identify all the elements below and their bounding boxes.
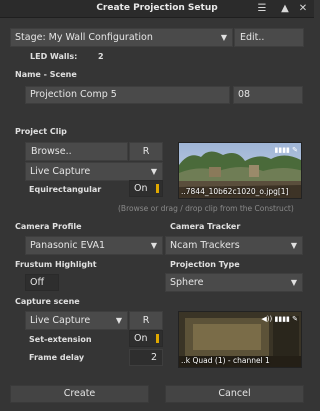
frustum-label: Frustum Highlight — [15, 260, 97, 269]
equirectangular-label: Equirectangular — [29, 185, 102, 194]
edit-button[interactable]: Edit.. — [234, 28, 304, 47]
camera-tracker-value: Ncam Trackers — [170, 240, 240, 251]
menu-icon[interactable]: ☰ — [255, 2, 269, 16]
name-scene-input[interactable]: Projection Comp 5 — [25, 86, 230, 104]
browse-hint: (Browse or drag / drop clip from the Con… — [118, 204, 294, 213]
clip-thumbnail[interactable]: ▮▮▮▮ ✎ ..7844_10b62c1020_o.jpg[1] — [178, 142, 302, 199]
led-walls-label: LED Walls: — [30, 52, 78, 61]
close-icon[interactable]: ✕ — [296, 2, 310, 16]
capture-scene-label: Capture scene — [15, 297, 80, 306]
equirectangular-toggle[interactable]: On — [129, 180, 163, 197]
chevron-down-icon: ▼ — [290, 241, 297, 250]
scene-index-input[interactable]: 08 — [233, 86, 303, 104]
capture-source-value: Live Capture — [30, 315, 91, 326]
equirectangular-value: On — [134, 183, 148, 194]
capture-channel: ..k Quad (1) - channel 1 — [181, 356, 270, 365]
collapse-icon[interactable]: ▲ — [278, 2, 292, 16]
set-extension-toggle[interactable]: On — [129, 330, 163, 347]
clip-source-value: Live Capture — [30, 166, 91, 177]
frustum-value: Off — [30, 277, 45, 288]
clip-source-select[interactable]: Live Capture ▼ — [25, 162, 163, 181]
speaker-icon: ◀)) ▮▮▮▮ ✎ — [261, 315, 298, 323]
capture-reset-button[interactable]: R — [129, 311, 163, 330]
project-clip-label: Project Clip — [15, 127, 67, 136]
chevron-down-icon: ▼ — [290, 278, 297, 287]
projection-type-select[interactable]: Sphere ▼ — [165, 273, 303, 292]
title-bar: Create Projection Setup ☰ ▲ ✕ — [0, 0, 314, 18]
frame-delay-input[interactable]: 2 — [129, 349, 163, 366]
stage-select-value: Stage: My Wall Configuration — [15, 32, 153, 43]
set-extension-value: On — [134, 333, 148, 344]
camera-profile-label: Camera Profile — [15, 222, 82, 231]
cancel-button[interactable]: Cancel — [165, 385, 304, 403]
create-button[interactable]: Create — [10, 385, 149, 403]
frustum-toggle[interactable]: Off — [25, 274, 59, 291]
chevron-down-icon: ▼ — [150, 241, 157, 250]
toggle-indicator — [156, 184, 159, 193]
browse-button[interactable]: Browse.. — [25, 142, 128, 161]
clip-filename: ..7844_10b62c1020_o.jpg[1] — [181, 187, 289, 196]
capture-source-select[interactable]: Live Capture ▼ — [25, 311, 128, 330]
chevron-down-icon: ▼ — [220, 33, 227, 42]
projection-type-label: Projection Type — [170, 260, 240, 269]
chevron-down-icon: ▼ — [115, 316, 122, 325]
projection-type-value: Sphere — [170, 277, 204, 288]
frame-delay-label: Frame delay — [29, 353, 85, 362]
camera-profile-value: Panasonic EVA1 — [30, 240, 106, 251]
film-icon: ▮▮▮▮ ✎ — [274, 146, 299, 154]
stage-select[interactable]: Stage: My Wall Configuration ▼ — [10, 28, 233, 47]
reset-button[interactable]: R — [129, 142, 163, 161]
toggle-indicator — [156, 334, 159, 343]
camera-profile-select[interactable]: Panasonic EVA1 ▼ — [25, 236, 163, 255]
chevron-down-icon: ▼ — [150, 167, 157, 176]
name-scene-label: Name - Scene — [15, 70, 77, 79]
camera-tracker-label: Camera Tracker — [170, 222, 241, 231]
set-extension-label: Set-extension — [29, 335, 92, 344]
led-walls-value: 2 — [98, 52, 104, 61]
camera-tracker-select[interactable]: Ncam Trackers ▼ — [165, 236, 303, 255]
capture-thumbnail[interactable]: ◀)) ▮▮▮▮ ✎ ..k Quad (1) - channel 1 — [178, 311, 302, 368]
